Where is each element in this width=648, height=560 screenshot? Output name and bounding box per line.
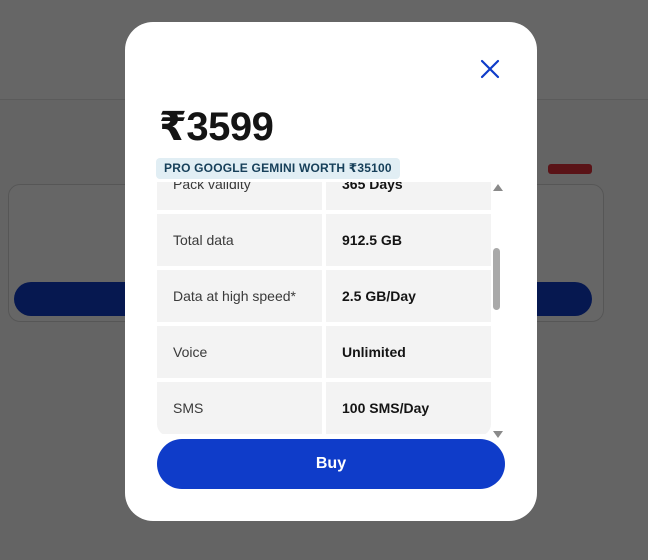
- detail-label: Pack validity: [157, 182, 322, 210]
- plan-details-modal: ₹3599 PRO GOOGLE GEMINI WORTH ₹35100 Pac…: [125, 22, 537, 521]
- table-row: Pack validity 365 Days: [157, 182, 491, 210]
- detail-value: 365 Days: [326, 182, 491, 210]
- scroll-up-arrow-icon[interactable]: [493, 184, 503, 191]
- detail-label: Total data: [157, 214, 322, 266]
- plan-price: ₹3599: [159, 105, 274, 149]
- buy-button[interactable]: Buy: [157, 439, 505, 489]
- close-button[interactable]: [477, 56, 503, 82]
- detail-label: Data at high speed*: [157, 270, 322, 322]
- detail-value: 100 SMS/Day: [326, 382, 491, 434]
- detail-value: 912.5 GB: [326, 214, 491, 266]
- detail-value: Unlimited: [326, 326, 491, 378]
- table-row: SMS 100 SMS/Day: [157, 382, 491, 434]
- detail-label: SMS: [157, 382, 322, 434]
- scroll-thumb[interactable]: [493, 248, 500, 310]
- detail-label: Voice: [157, 326, 322, 378]
- table-row: Voice Unlimited: [157, 326, 491, 378]
- scroll-down-arrow-icon[interactable]: [493, 431, 503, 438]
- detail-value: 2.5 GB/Day: [326, 270, 491, 322]
- close-icon: [480, 59, 500, 79]
- table-row: Data at high speed* 2.5 GB/Day: [157, 270, 491, 322]
- plan-details-table: Pack validity 365 Days Total data 912.5 …: [157, 182, 491, 436]
- table-scrollbar[interactable]: [491, 182, 505, 440]
- table-row: Total data 912.5 GB: [157, 214, 491, 266]
- promo-badge: PRO GOOGLE GEMINI WORTH ₹35100: [156, 158, 400, 179]
